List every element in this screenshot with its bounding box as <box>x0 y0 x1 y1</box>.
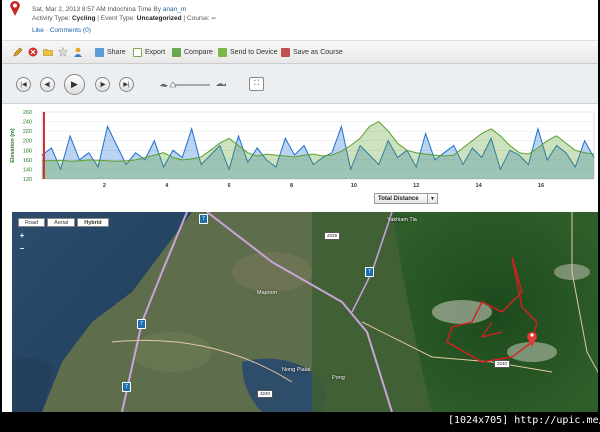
turtle-icon <box>160 83 168 87</box>
user-icon[interactable] <box>73 47 83 57</box>
playback-controls: |◀ ◀| ▶ |▶ ▶| ⛶ <box>2 64 598 104</box>
step-back-icon: ◀| <box>44 82 51 88</box>
x-tick-label: 16 <box>538 183 544 189</box>
speed-slider[interactable] <box>160 81 240 89</box>
highway-shield: 7 <box>199 214 208 224</box>
y-tick-label: 140 <box>23 167 32 173</box>
x-tick-label: 6 <box>228 183 231 189</box>
y-axis-label: Elevation (m) <box>10 128 16 163</box>
export-icon <box>133 48 142 57</box>
road-number: 2029 <box>324 232 341 240</box>
activity-toolbar: Share Export Compare Send to Device Save… <box>2 40 598 64</box>
y-tick-label: 240 <box>23 120 32 126</box>
activity-header: Sat, Mar 2, 2013 8:57 AM Indochina Time … <box>2 0 598 40</box>
activity-page: Sat, Mar 2, 2013 8:57 AM Indochina Time … <box>2 0 598 412</box>
x-tick-label: 14 <box>476 183 483 189</box>
road-number: 3240 <box>494 360 511 368</box>
skip-start-icon: |◀ <box>20 82 27 88</box>
map-type-switcher: Road Aerial Hybrid <box>18 218 109 227</box>
map-imagery <box>12 212 598 412</box>
play-button[interactable]: ▶ <box>64 74 85 95</box>
step-forward-button[interactable]: |▶ <box>95 77 110 92</box>
pencil-icon[interactable] <box>13 47 23 57</box>
like-link[interactable]: Like <box>32 27 44 34</box>
y-tick-label: 180 <box>23 148 32 154</box>
share-button[interactable]: Share <box>95 46 126 59</box>
y-tick-label: 120 <box>23 177 32 183</box>
step-back-button[interactable]: ◀| <box>40 77 55 92</box>
activity-map[interactable]: Road Aerial Hybrid + − Yakhiam Tia Mapoo… <box>12 212 598 412</box>
road-number: 3240 <box>257 390 274 398</box>
share-icon <box>95 48 104 57</box>
fullscreen-icon: ⛶ <box>254 80 259 87</box>
map-label-place: Nong Plalai <box>282 367 311 373</box>
event-type-value[interactable]: Uncategorized <box>137 15 182 22</box>
comments-link[interactable]: Comments (0) <box>50 27 91 34</box>
x-tick-label: 12 <box>413 183 419 189</box>
export-button[interactable]: Export <box>133 46 165 59</box>
x-tick-label: 10 <box>351 183 357 189</box>
screenshot-frame: Sat, Mar 2, 2013 8:57 AM Indochina Time … <box>0 0 600 432</box>
rabbit-icon <box>216 83 226 86</box>
social-links: Like · Comments (0) <box>32 27 91 34</box>
y-tick-label: 200 <box>23 139 32 145</box>
star-icon[interactable] <box>58 47 68 57</box>
course-icon <box>281 48 290 57</box>
device-icon <box>218 48 227 57</box>
skip-start-button[interactable]: |◀ <box>16 77 31 92</box>
activity-type-value[interactable]: Cycling <box>72 15 95 22</box>
map-label-place: Mapoon <box>257 290 277 296</box>
skip-end-button[interactable]: ▶| <box>119 77 134 92</box>
compare-button[interactable]: Compare <box>172 46 213 59</box>
activity-date: Sat, Mar 2, 2013 8:57 AM Indochina Time … <box>32 6 163 13</box>
play-icon: ▶ <box>71 79 78 89</box>
highway-shield: 7 <box>365 267 374 277</box>
x-tick-label: 2 <box>103 183 106 189</box>
folder-icon[interactable] <box>43 47 53 57</box>
user-link[interactable]: anan_m <box>163 6 187 13</box>
skip-end-icon: ▶| <box>123 82 130 88</box>
step-forward-icon: |▶ <box>99 82 106 88</box>
x-tick-label: 4 <box>165 183 169 189</box>
compare-icon <box>172 48 181 57</box>
activity-type-label: Activity Type: <box>32 15 72 22</box>
activity-meta: Activity Type: Cycling | Event Type: Unc… <box>32 15 216 22</box>
activity-date-line: Sat, Mar 2, 2013 8:57 AM Indochina Time … <box>32 6 186 13</box>
map-type-hybrid[interactable]: Hybrid <box>77 218 109 227</box>
save-as-course-button[interactable]: Save as Course <box>281 46 343 59</box>
map-type-aerial[interactable]: Aerial <box>47 218 76 227</box>
x-axis-select-value: Total Distance <box>378 195 419 202</box>
course-label: | Course: <box>181 15 212 22</box>
map-type-road[interactable]: Road <box>18 218 46 227</box>
course-value[interactable]: -- <box>211 15 215 22</box>
zoom-out-button[interactable]: − <box>18 245 26 253</box>
y-tick-label: 220 <box>23 129 32 135</box>
map-pin-icon <box>10 1 20 16</box>
highway-shield: 7 <box>122 382 131 392</box>
x-axis-select[interactable]: Total Distance ▼ <box>374 193 438 204</box>
y-tick-label: 260 <box>23 110 32 116</box>
map-label-place: Pong <box>332 375 345 381</box>
fullscreen-button[interactable]: ⛶ <box>249 77 264 91</box>
send-to-device-button[interactable]: Send to Device <box>218 46 277 59</box>
delete-icon[interactable] <box>28 47 38 57</box>
chart-svg: 120 140 160 180 200 220 240 260 2 4 6 8 10 12 14 16 Elev… <box>10 110 595 189</box>
x-tick-label: 8 <box>290 183 293 189</box>
zoom-in-button[interactable]: + <box>18 232 26 240</box>
highway-shield: 7 <box>137 319 146 329</box>
chevron-down-icon: ▼ <box>427 194 437 203</box>
watermark: [1024x705] http://upic.me/ <box>448 415 600 426</box>
elevation-chart[interactable]: 120 140 160 180 200 220 240 260 2 4 6 8 10 12 14 16 Elev… <box>2 104 598 210</box>
event-type-label: | Event Type: <box>95 15 137 22</box>
map-label-place: Yakhiam Tia <box>387 217 417 223</box>
y-tick-label: 160 <box>23 158 32 164</box>
